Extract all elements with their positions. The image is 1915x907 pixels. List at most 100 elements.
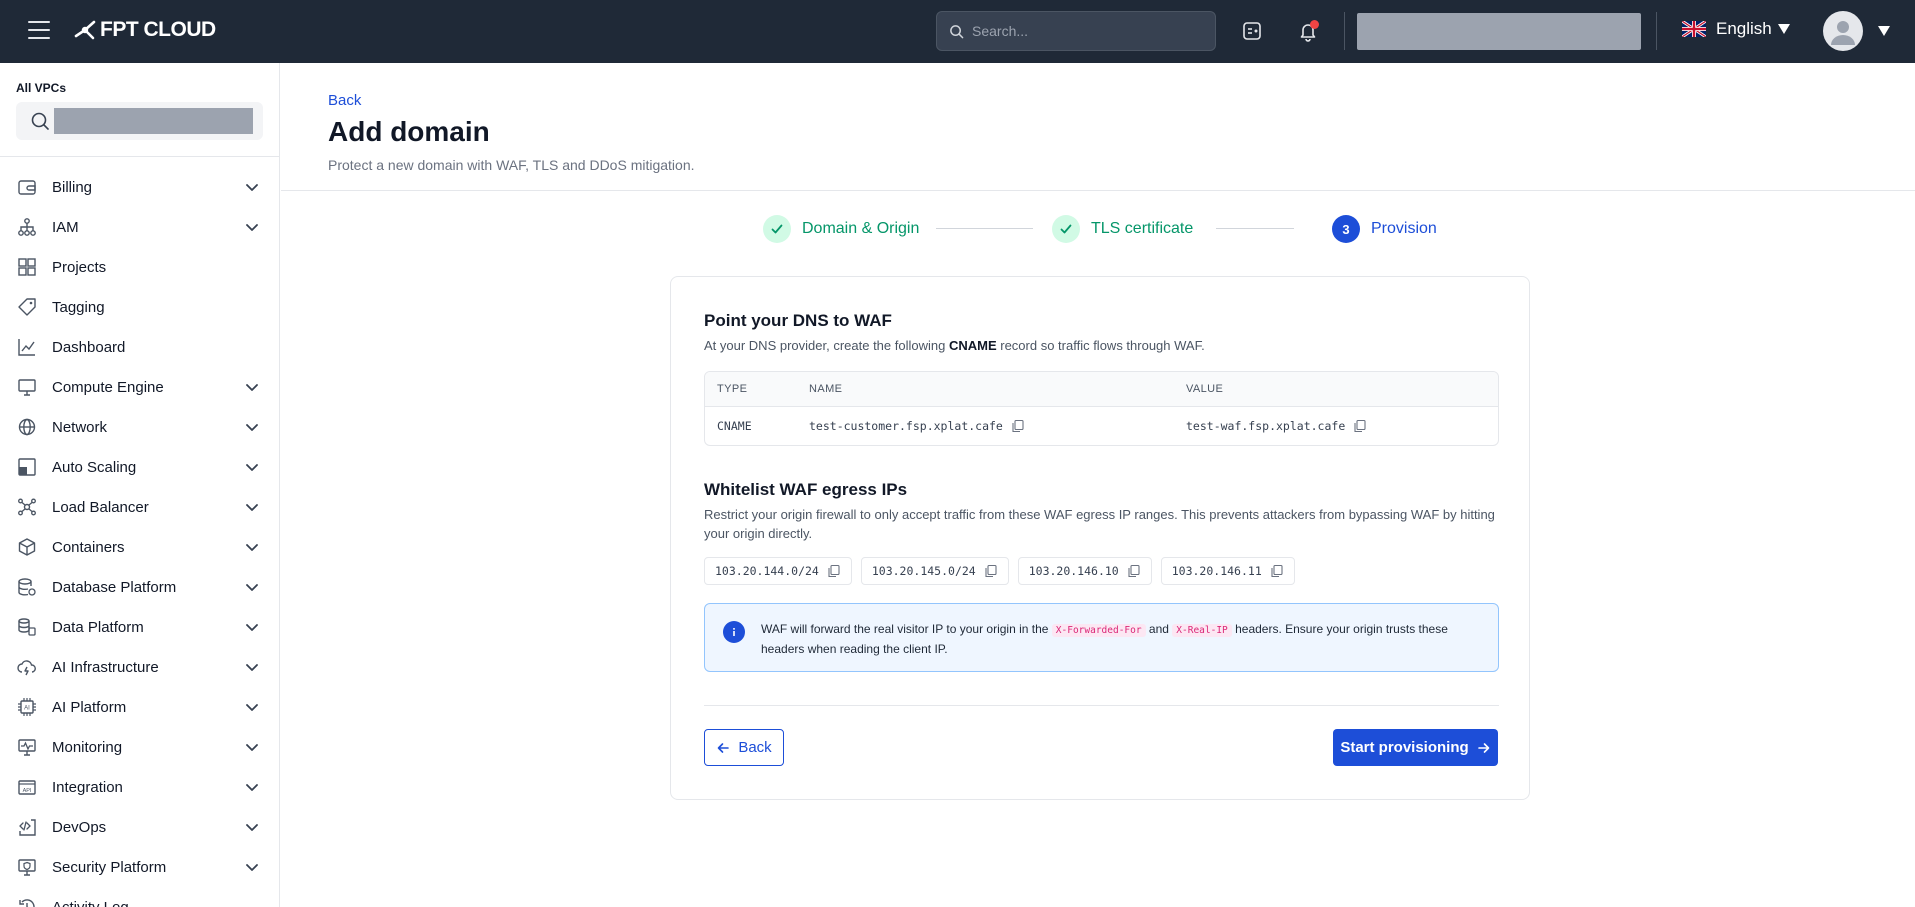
start-provisioning-label: Start provisioning bbox=[1340, 739, 1469, 756]
header-code: X-Forwarded-For bbox=[1051, 624, 1146, 637]
database-icon bbox=[16, 576, 38, 598]
chevron-down-icon bbox=[246, 744, 258, 751]
sidebar-item-data-platform[interactable]: Data Platform bbox=[0, 607, 279, 647]
back-link[interactable]: Back bbox=[328, 92, 361, 109]
sidebar-item-label: Network bbox=[52, 418, 108, 436]
tickets-button[interactable] bbox=[1237, 16, 1267, 46]
sidebar-item-projects[interactable]: Projects bbox=[0, 247, 279, 287]
info-alert-text: WAF will forward the real visitor IP to … bbox=[761, 622, 1448, 656]
user-menu-caret-icon[interactable] bbox=[1878, 26, 1890, 36]
ip-range: 103.20.145.0/24 bbox=[871, 564, 976, 578]
back-button[interactable]: Back bbox=[704, 729, 784, 766]
sidebar-item-label: Security Platform bbox=[52, 858, 167, 876]
sidebar-item-label: Containers bbox=[52, 538, 125, 556]
sidebar-item-label: Integration bbox=[52, 778, 123, 796]
sidebar-item-monitoring[interactable]: Monitoring bbox=[0, 727, 279, 767]
copy-icon[interactable] bbox=[984, 564, 998, 578]
ip-chip: 103.20.145.0/24 bbox=[860, 557, 1009, 585]
hamburger-menu-icon[interactable] bbox=[28, 21, 50, 41]
notifications-button[interactable] bbox=[1293, 16, 1323, 46]
sidebar: All VPCs Billing IAM Projects Tagging Da… bbox=[0, 63, 280, 907]
sidebar-item-activity-log[interactable]: Activity Log bbox=[0, 887, 279, 907]
page-title: Add domain bbox=[328, 116, 490, 147]
step-tls-certificate[interactable]: TLS certificate bbox=[1052, 215, 1193, 243]
step-domain-origin[interactable]: Domain & Origin bbox=[763, 215, 919, 243]
ip-chip: 103.20.146.11 bbox=[1160, 557, 1295, 585]
history-icon bbox=[16, 896, 38, 907]
code-window-icon bbox=[16, 816, 38, 838]
step-provision[interactable]: 3 Provision bbox=[1332, 215, 1437, 243]
copy-icon[interactable] bbox=[827, 564, 841, 578]
page-subtitle: Protect a new domain with WAF, TLS and D… bbox=[328, 157, 695, 173]
sidebar-item-ai-infrastructure[interactable]: AI Infrastructure bbox=[0, 647, 279, 687]
chevron-down-icon bbox=[246, 464, 258, 471]
ip-chip: 103.20.146.10 bbox=[1017, 557, 1152, 585]
global-search[interactable] bbox=[936, 11, 1216, 51]
sidebar-item-auto-scaling[interactable]: Auto Scaling bbox=[0, 447, 279, 487]
chevron-down-icon bbox=[246, 864, 258, 871]
uk-flag-icon bbox=[1682, 21, 1706, 37]
svg-text:AI: AI bbox=[24, 706, 30, 712]
sidebar-item-iam[interactable]: IAM bbox=[0, 207, 279, 247]
dns-record-table: TYPE NAME VALUE CNAME test-customer.fsp.… bbox=[704, 371, 1499, 446]
global-search-input[interactable] bbox=[972, 23, 1202, 39]
sidebar-item-ai-platform[interactable]: AI AI Platform bbox=[0, 687, 279, 727]
shield-icon bbox=[16, 856, 38, 878]
sidebar-item-billing[interactable]: Billing bbox=[0, 167, 279, 207]
sidebar-item-tagging[interactable]: Tagging bbox=[0, 287, 279, 327]
user-avatar[interactable] bbox=[1823, 11, 1863, 51]
sidebar-item-network[interactable]: Network bbox=[0, 407, 279, 447]
sidebar-item-label: Compute Engine bbox=[52, 378, 164, 396]
sidebar-item-label: Dashboard bbox=[52, 338, 126, 356]
chevron-down-icon bbox=[246, 584, 258, 591]
step-label: TLS certificate bbox=[1091, 220, 1194, 237]
arrow-left-icon bbox=[718, 742, 730, 753]
hierarchy-icon bbox=[16, 216, 38, 238]
data-stack-icon bbox=[16, 616, 38, 638]
sidebar-divider bbox=[0, 156, 279, 157]
search-icon bbox=[31, 112, 49, 130]
copy-icon[interactable] bbox=[1270, 564, 1284, 578]
scaling-icon bbox=[16, 456, 38, 478]
sidebar-item-compute-engine[interactable]: Compute Engine bbox=[0, 367, 279, 407]
chevron-down-icon bbox=[246, 224, 258, 231]
sidebar-item-dashboard[interactable]: Dashboard bbox=[0, 327, 279, 367]
language-selector[interactable]: English bbox=[1682, 19, 1790, 39]
info-icon bbox=[723, 621, 745, 643]
ai-chip-icon: AI bbox=[16, 696, 38, 718]
column-header-value: VALUE bbox=[1186, 383, 1224, 395]
user-icon bbox=[1831, 21, 1855, 45]
monitor-icon bbox=[16, 376, 38, 398]
grid-icon bbox=[16, 256, 38, 278]
sidebar-item-label: Projects bbox=[52, 258, 107, 276]
logo-text: FPT CLOUD bbox=[100, 18, 216, 41]
copy-icon[interactable] bbox=[1353, 419, 1367, 433]
step-number: 3 bbox=[1332, 215, 1360, 243]
sidebar-item-devops[interactable]: DevOps bbox=[0, 807, 279, 847]
step-complete-check-icon bbox=[763, 215, 791, 243]
chevron-down-icon bbox=[246, 504, 258, 511]
sidebar-item-database-platform[interactable]: Database Platform bbox=[0, 567, 279, 607]
chevron-down-icon bbox=[246, 384, 258, 391]
sidebar-item-containers[interactable]: Containers bbox=[0, 527, 279, 567]
vpc-label: All VPCs bbox=[16, 81, 67, 95]
search-icon bbox=[950, 24, 964, 38]
logo[interactable]: FPT CLOUD bbox=[72, 18, 216, 42]
vpc-search-input[interactable] bbox=[16, 102, 263, 140]
fpt-logo-icon bbox=[74, 20, 96, 40]
language-label: English bbox=[1716, 19, 1772, 38]
start-provisioning-button[interactable]: Start provisioning bbox=[1333, 729, 1498, 766]
record-name-cell: test-customer.fsp.xplat.cafe bbox=[809, 407, 1025, 445]
redacted-org-selector[interactable] bbox=[1357, 13, 1641, 50]
notification-dot bbox=[1310, 20, 1319, 29]
svg-text:API: API bbox=[23, 788, 32, 794]
sidebar-item-load-balancer[interactable]: Load Balancer bbox=[0, 487, 279, 527]
ticket-list-icon bbox=[1243, 22, 1261, 40]
sidebar-item-security-platform[interactable]: Security Platform bbox=[0, 847, 279, 887]
wallet-icon bbox=[16, 176, 38, 198]
step-label: Provision bbox=[1371, 220, 1437, 237]
copy-icon[interactable] bbox=[1127, 564, 1141, 578]
cube-icon bbox=[16, 536, 38, 558]
copy-icon[interactable] bbox=[1011, 419, 1025, 433]
sidebar-item-integration[interactable]: API Integration bbox=[0, 767, 279, 807]
